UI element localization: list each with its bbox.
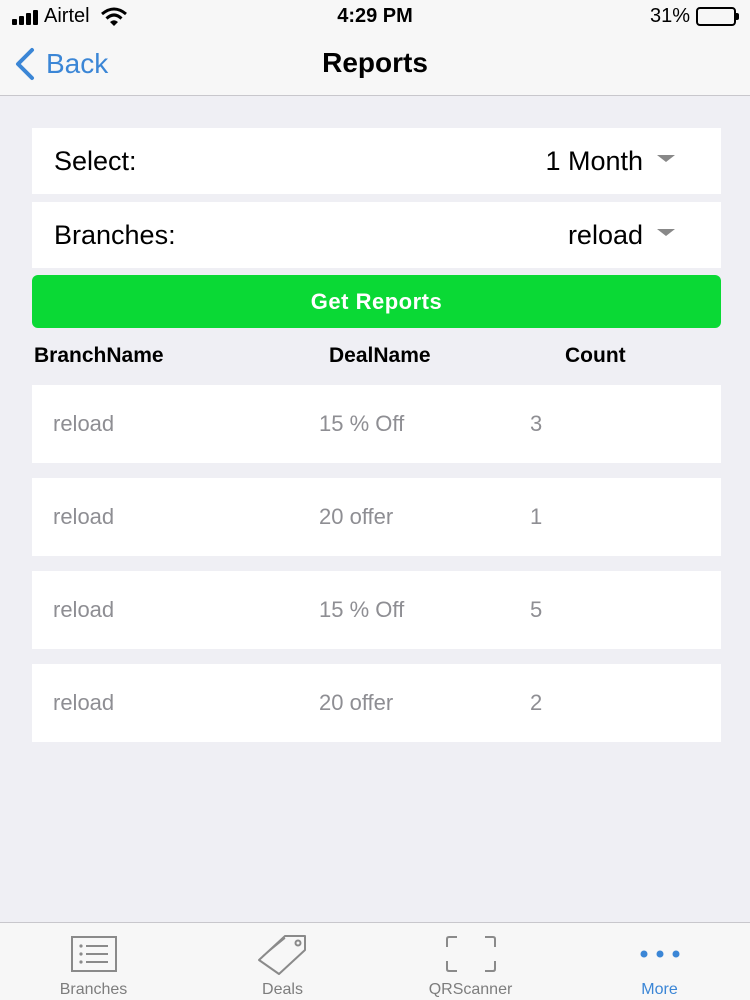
branch-value: reload bbox=[567, 219, 643, 250]
column-header-count: Count bbox=[565, 344, 626, 367]
cell-count: 3 bbox=[530, 411, 543, 436]
status-right: 31% bbox=[649, 5, 739, 28]
branch-dropdown[interactable]: reload bbox=[568, 220, 675, 251]
tab-label: Branches bbox=[59, 981, 128, 998]
cell-branch: reload bbox=[53, 597, 115, 622]
period-label: Select: bbox=[54, 145, 137, 176]
more-dots-icon bbox=[630, 931, 690, 977]
cell-deal: 20 offer bbox=[319, 504, 394, 529]
branch-selector[interactable]: Branches: reload bbox=[32, 202, 721, 268]
table-header: BranchName DealName Count bbox=[0, 342, 750, 372]
qr-scan-icon bbox=[441, 931, 501, 977]
cell-branch: reload bbox=[53, 690, 115, 715]
status-time: 4:29 PM bbox=[337, 5, 413, 27]
battery-icon bbox=[696, 7, 739, 26]
tab-qrscanner[interactable]: QRScanner bbox=[377, 923, 564, 1000]
cell-count: 2 bbox=[530, 690, 543, 715]
dropdown-caret-icon bbox=[657, 154, 675, 162]
tab-deals[interactable]: Deals bbox=[189, 923, 376, 1000]
cell-count: 1 bbox=[530, 504, 543, 529]
tab-more[interactable]: More bbox=[566, 923, 750, 1000]
tab-bar: Branches Deals QRScanner More bbox=[0, 922, 750, 1000]
status-bar: Airtel 4:29 PM 31% bbox=[0, 0, 750, 34]
cell-branch: reload bbox=[53, 411, 115, 436]
column-header-deal: DealName bbox=[329, 344, 431, 367]
cell-deal: 20 offer bbox=[319, 690, 394, 715]
branch-label: Branches: bbox=[54, 219, 176, 250]
list-icon bbox=[64, 931, 124, 977]
tab-branches[interactable]: Branches bbox=[0, 923, 187, 1000]
period-value: 1 Month bbox=[545, 145, 643, 176]
table-row[interactable]: reload 20 offer 2 bbox=[32, 664, 721, 742]
navigation-bar: Back Reports bbox=[0, 34, 750, 96]
cell-branch: reload bbox=[53, 504, 115, 529]
tab-label: Deals bbox=[262, 981, 303, 998]
tag-icon bbox=[253, 931, 313, 977]
tab-label: More bbox=[641, 981, 678, 998]
get-reports-button[interactable]: Get Reports bbox=[32, 275, 721, 328]
tab-label: QRScanner bbox=[428, 981, 513, 998]
table-row[interactable]: reload 15 % Off 5 bbox=[32, 571, 721, 649]
cell-deal: 15 % Off bbox=[319, 411, 405, 436]
column-header-branch: BranchName bbox=[34, 344, 164, 367]
period-selector[interactable]: Select: 1 Month bbox=[32, 128, 721, 194]
battery-percent: 31% bbox=[649, 5, 690, 27]
page-title: Reports bbox=[322, 47, 428, 78]
table-row[interactable]: reload 20 offer 1 bbox=[32, 478, 721, 556]
table-row[interactable]: reload 15 % Off 3 bbox=[32, 385, 721, 463]
cell-deal: 15 % Off bbox=[319, 597, 405, 622]
dropdown-caret-icon bbox=[657, 228, 675, 236]
period-dropdown[interactable]: 1 Month bbox=[545, 146, 675, 177]
cell-count: 5 bbox=[530, 597, 543, 622]
